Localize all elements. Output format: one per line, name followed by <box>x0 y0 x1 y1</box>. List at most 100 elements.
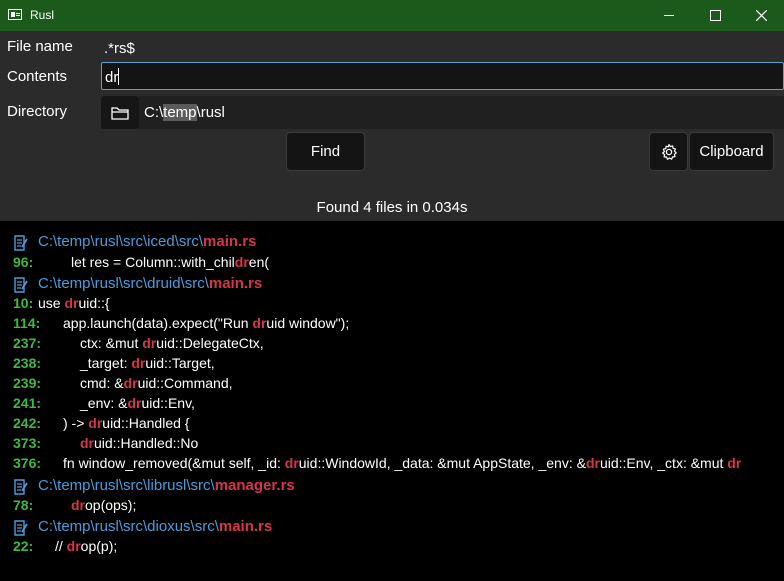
result-line-row[interactable]: 242: ) -> druid::Handled { <box>0 414 784 434</box>
match-highlight: dr <box>252 315 267 331</box>
line-text: ctx: &mut <box>80 335 143 351</box>
title-bar: Rusl <box>0 0 784 31</box>
line-number: 238: <box>13 355 42 371</box>
close-icon <box>755 10 767 21</box>
line-number: 237: <box>13 335 42 351</box>
line-text: _target: <box>80 355 132 371</box>
result-file-dir: C:\temp\rusl\src\druid\src\ <box>38 275 209 292</box>
line-number: 78: <box>13 497 34 513</box>
line-text: uid::Handled::No <box>94 435 199 451</box>
filename-value: .*rs$ <box>104 40 135 57</box>
result-file-name: main.rs <box>203 233 257 250</box>
match-highlight: dr <box>727 455 742 471</box>
maximize-icon <box>709 10 721 21</box>
minimize-button[interactable] <box>646 0 692 31</box>
match-highlight: dr <box>284 455 299 471</box>
match-highlight: dr <box>80 435 94 451</box>
match-highlight: dr <box>142 335 157 351</box>
line-text: app.launch(data).expect("Run <box>63 315 253 331</box>
gear-icon <box>661 143 677 160</box>
line-text: // <box>55 538 67 554</box>
line-content: drop(ops); <box>71 497 136 513</box>
filename-input[interactable]: .*rs$ <box>101 34 784 62</box>
line-number: 239: <box>13 375 42 391</box>
line-content: app.launch(data).expect("Run druid windo… <box>63 315 349 331</box>
result-line-row[interactable]: 376: fn window_removed(&mut self, _id: dr… <box>0 454 784 474</box>
match-highlight: dr <box>64 295 79 311</box>
line-text: op(ops); <box>85 497 137 513</box>
match-highlight: dr <box>585 455 600 471</box>
match-highlight: dr <box>71 497 85 513</box>
result-file-row[interactable]: C:\temp\rusl\src\druid\src\main.rs <box>0 274 784 294</box>
document-icon <box>14 479 28 495</box>
line-text: uid::Handled { <box>102 415 190 431</box>
line-text: uid window"); <box>266 315 350 331</box>
settings-button[interactable] <box>649 132 688 171</box>
search-panel: File name .*rs$ Contents dr Directory C:… <box>0 31 784 221</box>
line-number: 376: <box>13 455 42 471</box>
result-line-row[interactable]: 96: let res = Column::with_children( <box>0 253 784 273</box>
window-title: Rusl <box>30 8 55 22</box>
result-file-name: main.rs <box>208 275 263 292</box>
line-number: 96: <box>13 254 34 270</box>
line-number: 114: <box>13 315 41 331</box>
find-button[interactable]: Find <box>286 132 365 171</box>
line-content: cmd: &druid::Command, <box>80 375 233 391</box>
line-content: _target: druid::Target, <box>80 355 215 371</box>
result-line-row[interactable]: 78: drop(ops); <box>0 496 784 516</box>
line-number: 241: <box>13 395 42 411</box>
line-content: ) -> druid::Handled { <box>63 415 189 431</box>
result-file-path: C:\temp\rusl\src\dioxus\src\main.rs <box>38 518 272 535</box>
line-content: druid::Handled::No <box>80 435 198 451</box>
line-text: _env: & <box>80 395 128 411</box>
match-highlight: dr <box>131 355 146 371</box>
result-file-name: main.rs <box>218 518 273 535</box>
line-text: uid::Env, _ctx: &mut <box>599 455 728 471</box>
result-file-row[interactable]: C:\temp\rusl\src\dioxus\src\main.rs <box>0 517 784 537</box>
result-file-row[interactable]: C:\temp\rusl\src\librusl\src\manager.rs <box>0 476 784 496</box>
result-file-row[interactable]: C:\temp\rusl\src\iced\src\main.rs <box>0 232 784 252</box>
line-content: let res = Column::with_children( <box>71 254 269 270</box>
clipboard-button[interactable]: Clipboard <box>689 132 774 171</box>
document-icon <box>14 235 28 251</box>
close-button[interactable] <box>738 0 784 31</box>
directory-label: Directory <box>7 103 68 120</box>
result-line-row[interactable]: 22: // drop(p); <box>0 537 784 557</box>
result-line-row[interactable]: 241: _env: &druid::Env, <box>0 394 784 414</box>
contents-input[interactable]: dr <box>101 62 784 90</box>
line-text: ) -> <box>63 415 89 431</box>
line-number: 10: <box>13 295 34 311</box>
result-line-row[interactable]: 239: cmd: &druid::Command, <box>0 374 784 394</box>
line-number: 242: <box>13 415 42 431</box>
line-text: fn window_removed(&mut self, _id: <box>63 455 285 471</box>
text-caret <box>118 68 120 85</box>
result-line-row[interactable]: 114: app.launch(data).expect("Run druid w… <box>0 314 784 334</box>
document-icon <box>14 520 28 536</box>
line-text: op(p); <box>80 538 118 554</box>
line-text: cmd: & <box>80 375 124 391</box>
contents-value: dr <box>105 69 119 86</box>
match-highlight: dr <box>234 254 249 270</box>
line-text: uid::WindowId, _data: &mut AppState, _en… <box>298 455 586 471</box>
directory-prefix: C:\ <box>144 104 164 121</box>
line-number: 373: <box>13 435 42 451</box>
line-text: uid::DelegateCtx, <box>156 335 264 351</box>
line-content: // drop(p); <box>55 538 117 554</box>
line-text: uid::Target, <box>145 355 215 371</box>
line-content: fn window_removed(&mut self, _id: druid:… <box>63 455 741 471</box>
line-content: use druid::{ <box>38 295 110 311</box>
status-text: Found 4 files in 0.034s <box>316 199 468 216</box>
result-file-dir: C:\temp\rusl\src\librusl\src\ <box>38 477 215 494</box>
maximize-button[interactable] <box>692 0 738 31</box>
directory-field[interactable] <box>139 96 784 129</box>
browse-directory-button[interactable] <box>101 96 139 129</box>
contents-label: Contents <box>7 68 68 85</box>
line-text: uid::{ <box>78 295 110 311</box>
results-list[interactable]: C:\temp\rusl\src\iced\src\main.rs 96: let … <box>0 221 784 581</box>
folder-icon <box>111 106 129 120</box>
result-line-row[interactable]: 373: druid::Handled::No <box>0 434 784 454</box>
result-line-row[interactable]: 237: ctx: &mut druid::DelegateCtx, <box>0 334 784 354</box>
result-line-row[interactable]: 238: _target: druid::Target, <box>0 354 784 374</box>
result-line-row[interactable]: 10: use druid::{ <box>0 294 784 314</box>
document-icon <box>14 277 28 293</box>
